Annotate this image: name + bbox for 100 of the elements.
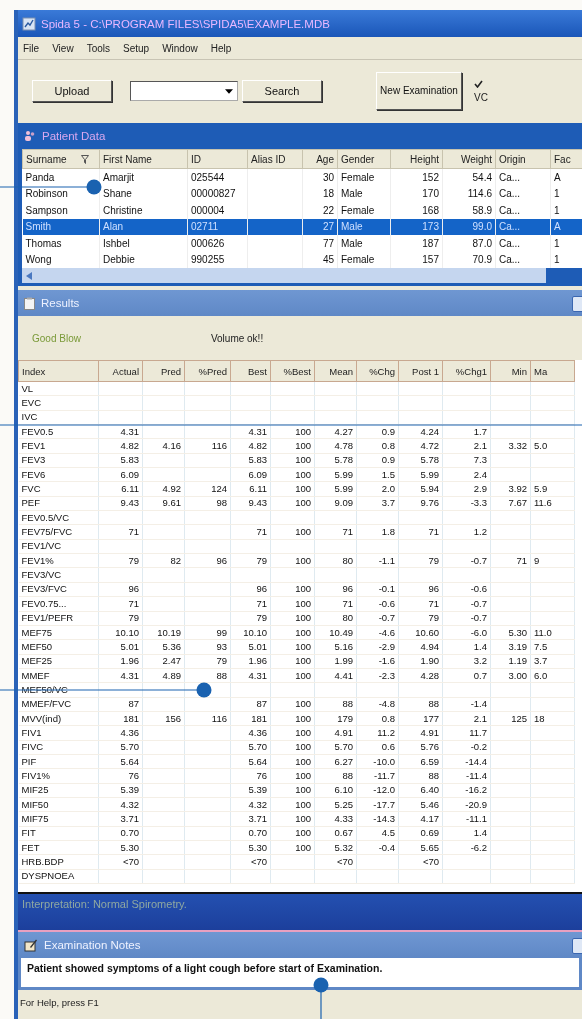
scroll-left-icon[interactable]: [26, 271, 32, 280]
column-header[interactable]: %Chg1: [442, 360, 491, 382]
patient-row[interactable]: Smith Alan 02711 27 Male 173 99.0 Ca... A: [22, 218, 582, 235]
column-header[interactable]: %Best: [270, 360, 315, 382]
table-cell: 79: [216, 655, 227, 667]
table-cell: 4.31: [248, 669, 267, 681]
table-cell: MIF25: [21, 784, 49, 796]
search-combo-field[interactable]: [130, 81, 238, 101]
table-cell: -1.6: [378, 655, 395, 667]
table-cell: 187: [422, 237, 439, 249]
table-cell: MVV(ind): [21, 712, 62, 724]
table-cell: 71: [342, 597, 353, 609]
column-header[interactable]: Fac: [550, 149, 582, 169]
table-cell: 4.17: [420, 813, 439, 824]
table-cell: 87.0: [472, 237, 492, 249]
table-cell: VL: [21, 382, 34, 394]
table-cell: 100: [295, 669, 311, 681]
table-cell: 82: [170, 554, 181, 566]
column-header[interactable]: Height: [390, 149, 443, 169]
upload-button[interactable]: Upload: [32, 80, 112, 102]
table-cell: 77: [322, 237, 334, 249]
column-header[interactable]: Origin: [495, 149, 551, 169]
column-header[interactable]: %Chg: [356, 360, 399, 382]
patient-row[interactable]: Sampson Christine 000004 22 Female 168 58.9 Ca... 1: [22, 202, 582, 219]
column-header[interactable]: Age: [302, 149, 338, 169]
table-cell: 4.91: [334, 726, 353, 738]
column-header[interactable]: Surname: [22, 149, 100, 169]
menu-item[interactable]: Tools: [86, 42, 110, 54]
table-cell: 5.9: [534, 483, 548, 495]
table-cell: 71: [342, 526, 353, 538]
table-cell: 1.5: [381, 468, 395, 480]
table-cell: 3.92: [508, 483, 527, 495]
column-header[interactable]: Mean: [314, 360, 357, 382]
horizontal-scrollbar[interactable]: [22, 268, 546, 283]
column-header[interactable]: ID: [187, 149, 248, 169]
column-header[interactable]: Gender: [337, 149, 391, 169]
table-cell: 4.31: [120, 669, 139, 681]
notes-field[interactable]: Patient showed symptoms of a light cough before start of Examination.: [18, 958, 582, 990]
table-cell: 100: [295, 597, 311, 609]
table-cell: 100: [295, 698, 311, 710]
column-header[interactable]: Pred: [142, 360, 185, 382]
new-examination-button[interactable]: New Examination: [376, 72, 462, 110]
menu-item[interactable]: Window: [162, 42, 198, 54]
table-cell: 0.8: [381, 440, 395, 452]
menu-item[interactable]: Setup: [123, 42, 150, 54]
table-cell: 6.27: [334, 755, 353, 767]
table-cell: 88: [216, 669, 227, 681]
table-cell: -0.7: [470, 597, 487, 609]
table-cell: 5.99: [420, 468, 439, 480]
table-cell: 5.99: [334, 468, 353, 480]
table-cell: -14.3: [373, 813, 395, 824]
table-cell: 80: [342, 612, 353, 624]
callout-pointer: [313, 977, 329, 1019]
table-cell: 79: [428, 554, 439, 566]
table-cell: 99.0: [472, 221, 492, 233]
column-header[interactable]: Best: [230, 360, 271, 382]
table-cell: 96: [342, 583, 353, 595]
table-cell: 100: [295, 554, 311, 566]
table-cell: 4.28: [420, 669, 439, 681]
table-cell: -4.6: [378, 626, 395, 638]
table-cell: 4.16: [162, 440, 181, 452]
table-cell: 96: [256, 583, 267, 595]
column-header[interactable]: Ma: [530, 360, 575, 382]
vc-label: VC: [474, 92, 488, 103]
table-cell: FEV3/VC: [21, 569, 62, 581]
search-button[interactable]: Search: [242, 80, 322, 102]
dropdown-arrow-icon[interactable]: [225, 88, 233, 94]
table-cell: 1.90: [420, 655, 439, 667]
table-cell: 6.11: [249, 483, 267, 495]
table-cell: 3.71: [120, 813, 139, 824]
table-cell: 5.78: [334, 454, 353, 466]
table-cell: 5.01: [248, 640, 267, 652]
column-header[interactable]: Actual: [98, 360, 143, 382]
interpretation-text: Interpretation: Normal Spirometry.: [22, 898, 187, 910]
column-header[interactable]: Alias ID: [247, 149, 303, 169]
column-header[interactable]: Weight: [442, 149, 496, 169]
table-cell: 6.10: [334, 784, 353, 796]
table-cell: 100: [295, 655, 311, 667]
column-header[interactable]: Index: [18, 360, 99, 382]
column-header[interactable]: First Name: [99, 149, 188, 169]
table-cell: 0.9: [381, 454, 395, 466]
table-cell: 18: [322, 188, 334, 200]
table-cell: 3.2: [473, 655, 487, 667]
column-header[interactable]: Post 1: [398, 360, 443, 382]
column-header[interactable]: Min: [490, 360, 531, 382]
menu-item[interactable]: File: [23, 42, 40, 54]
table-cell: FET: [21, 841, 40, 853]
table-cell: -0.2: [470, 741, 487, 753]
table-cell: 9.43: [120, 497, 139, 509]
table-cell: 168: [422, 204, 439, 216]
table-cell: Female: [341, 254, 375, 266]
table-cell: 5.46: [420, 798, 439, 810]
table-cell: 76: [128, 769, 139, 781]
vc-checkbox[interactable]: [474, 79, 483, 88]
column-header[interactable]: %Pred: [184, 360, 231, 382]
table-cell: 5.83: [248, 454, 267, 466]
patient-row[interactable]: Thomas Ishbel 000626 77 Male 187 87.0 Ca... 1: [22, 235, 582, 252]
menu-item[interactable]: Help: [210, 42, 232, 54]
menu-item[interactable]: View: [52, 42, 74, 54]
table-cell: 2.4: [473, 468, 487, 480]
